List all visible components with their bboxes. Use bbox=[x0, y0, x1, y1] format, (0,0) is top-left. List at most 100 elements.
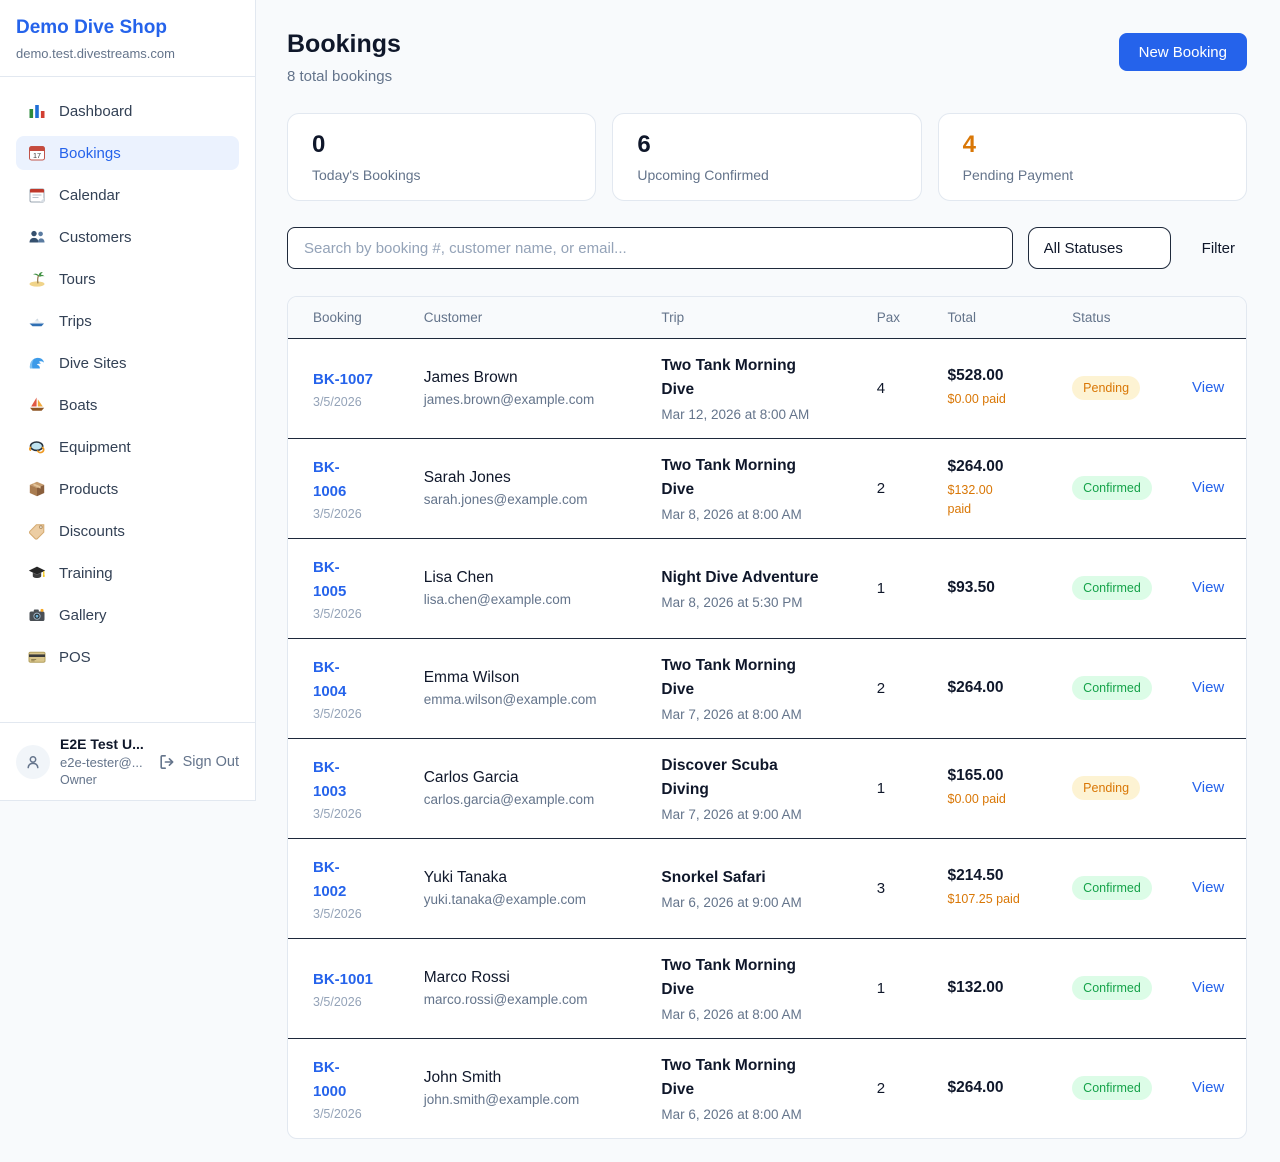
people-icon bbox=[28, 228, 46, 246]
trip-name: Snorkel Safari bbox=[661, 866, 864, 890]
stat-card-upcoming-confirmed: 6 Upcoming Confirmed bbox=[612, 113, 921, 201]
sidebar-item-tours[interactable]: Tours bbox=[16, 262, 239, 296]
sidebar-item-calendar[interactable]: Calendar bbox=[16, 178, 239, 212]
bookings-table-card: BookingCustomerTripPaxTotalStatus BK-100… bbox=[287, 296, 1247, 1139]
customer-name: Carlos Garcia bbox=[424, 769, 650, 787]
new-booking-button[interactable]: New Booking bbox=[1119, 33, 1247, 71]
table-row: BK- 1000 3/5/2026 John Smith john.smith@… bbox=[288, 1038, 1246, 1138]
package-icon bbox=[28, 480, 46, 498]
sidebar-item-boats[interactable]: Boats bbox=[16, 388, 239, 422]
amount-paid: $107.25 paid bbox=[948, 890, 1061, 908]
booking-id-link[interactable]: BK- 1006 bbox=[313, 456, 412, 504]
sidebar-item-dive-sites[interactable]: Dive Sites bbox=[16, 346, 239, 380]
island-icon bbox=[28, 270, 46, 288]
booking-id-link[interactable]: BK- 1003 bbox=[313, 756, 412, 804]
customer-email: lisa.chen@example.com bbox=[424, 592, 650, 607]
total-amount: $264.00 bbox=[948, 679, 1061, 697]
search-input[interactable] bbox=[287, 227, 1013, 269]
diving-mask-icon bbox=[28, 438, 46, 456]
filter-button[interactable]: Filter bbox=[1171, 240, 1247, 257]
booking-id-link[interactable]: BK-1001 bbox=[313, 968, 412, 992]
sidebar-item-discounts[interactable]: Discounts bbox=[16, 514, 239, 548]
pax-count: 2 bbox=[877, 438, 948, 538]
stat-card-pending-payment: 4 Pending Payment bbox=[938, 113, 1247, 201]
customer-email: carlos.garcia@example.com bbox=[424, 792, 650, 807]
bookings-table: BookingCustomerTripPaxTotalStatus BK-100… bbox=[288, 297, 1246, 1138]
total-amount: $528.00 bbox=[948, 367, 1061, 385]
status-badge: Confirmed bbox=[1072, 576, 1152, 600]
brand-domain: demo.test.divestreams.com bbox=[16, 46, 239, 61]
trip-name: Two Tank Morning Dive bbox=[661, 954, 864, 1002]
sidebar: Demo Dive Shop demo.test.divestreams.com… bbox=[0, 0, 256, 801]
stat-value: 6 bbox=[637, 131, 896, 159]
table-row: BK- 1003 3/5/2026 Carlos Garcia carlos.g… bbox=[288, 738, 1246, 838]
sidebar-item-pos[interactable]: POS bbox=[16, 640, 239, 674]
sidebar-nav: Dashboard 17 Bookings Calendar Customers… bbox=[0, 77, 255, 674]
table-header-row: BookingCustomerTripPaxTotalStatus bbox=[288, 297, 1246, 338]
trip-datetime: Mar 7, 2026 at 8:00 AM bbox=[661, 707, 864, 722]
sidebar-item-customers[interactable]: Customers bbox=[16, 220, 239, 254]
customer-name: Sarah Jones bbox=[424, 469, 650, 487]
sidebar-item-bookings[interactable]: 17 Bookings bbox=[16, 136, 239, 170]
user-info: E2E Test U... e2e-tester@... Owner bbox=[60, 736, 148, 787]
pax-count: 4 bbox=[877, 338, 948, 438]
customer-email: james.brown@example.com bbox=[424, 392, 650, 407]
column-header-total: Total bbox=[948, 297, 1073, 338]
booking-id-link[interactable]: BK- 1005 bbox=[313, 556, 412, 604]
column-header-actions bbox=[1192, 297, 1246, 338]
brand-name: Demo Dive Shop bbox=[16, 17, 239, 39]
sidebar-item-trips[interactable]: Trips bbox=[16, 304, 239, 338]
booking-id-link[interactable]: BK- 1004 bbox=[313, 656, 412, 704]
booking-id-link[interactable]: BK- 1002 bbox=[313, 856, 412, 904]
pax-count: 1 bbox=[877, 738, 948, 838]
sidebar-item-products[interactable]: Products bbox=[16, 472, 239, 506]
trip-datetime: Mar 8, 2026 at 5:30 PM bbox=[661, 595, 864, 610]
booking-date: 3/5/2026 bbox=[313, 707, 412, 721]
booking-date: 3/5/2026 bbox=[313, 395, 412, 409]
sidebar-item-gallery[interactable]: Gallery bbox=[16, 598, 239, 632]
view-link[interactable]: View bbox=[1192, 579, 1224, 596]
sidebar-item-training[interactable]: Training bbox=[16, 556, 239, 590]
calendar-icon: 17 bbox=[28, 144, 46, 162]
sidebar-item-dashboard[interactable]: Dashboard bbox=[16, 94, 239, 128]
stat-value: 4 bbox=[963, 131, 1222, 159]
booking-date: 3/5/2026 bbox=[313, 607, 412, 621]
customer-email: john.smith@example.com bbox=[424, 1092, 650, 1107]
credit-card-icon bbox=[28, 648, 46, 666]
view-link[interactable]: View bbox=[1192, 379, 1224, 396]
booking-id-link[interactable]: BK-1007 bbox=[313, 368, 412, 392]
page-subtitle: 8 total bookings bbox=[287, 68, 401, 85]
column-header-trip: Trip bbox=[661, 297, 876, 338]
booking-date: 3/5/2026 bbox=[313, 507, 412, 521]
speedboat-icon bbox=[28, 312, 46, 330]
view-link[interactable]: View bbox=[1192, 1079, 1224, 1096]
status-badge: Confirmed bbox=[1072, 876, 1152, 900]
pax-count: 1 bbox=[877, 538, 948, 638]
view-link[interactable]: View bbox=[1192, 679, 1224, 696]
sidebar-item-equipment[interactable]: Equipment bbox=[16, 430, 239, 464]
tag-icon bbox=[28, 522, 46, 540]
status-badge: Confirmed bbox=[1072, 1076, 1152, 1100]
booking-date: 3/5/2026 bbox=[313, 907, 412, 921]
tear-off-calendar-icon bbox=[28, 186, 46, 204]
camera-icon bbox=[28, 606, 46, 624]
view-link[interactable]: View bbox=[1192, 879, 1224, 896]
customer-name: Marco Rossi bbox=[424, 969, 650, 987]
sailboat-icon bbox=[28, 396, 46, 414]
column-header-customer: Customer bbox=[424, 297, 662, 338]
status-filter-select[interactable]: All Statuses bbox=[1028, 227, 1171, 269]
amount-paid: $0.00 paid bbox=[948, 390, 1061, 408]
view-link[interactable]: View bbox=[1192, 979, 1224, 996]
table-row: BK- 1002 3/5/2026 Yuki Tanaka yuki.tanak… bbox=[288, 838, 1246, 938]
status-badge: Pending bbox=[1072, 376, 1140, 400]
table-row: BK-1001 3/5/2026 Marco Rossi marco.rossi… bbox=[288, 938, 1246, 1038]
sign-out-button[interactable]: Sign Out bbox=[158, 753, 239, 771]
bookings-table-body: BK-1007 3/5/2026 James Brown james.brown… bbox=[288, 338, 1246, 1138]
view-link[interactable]: View bbox=[1192, 779, 1224, 796]
view-link[interactable]: View bbox=[1192, 479, 1224, 496]
toolbar: All Statuses Filter bbox=[287, 227, 1247, 269]
sign-out-label: Sign Out bbox=[183, 754, 239, 770]
trip-datetime: Mar 8, 2026 at 8:00 AM bbox=[661, 507, 864, 522]
booking-date: 3/5/2026 bbox=[313, 807, 412, 821]
booking-id-link[interactable]: BK- 1000 bbox=[313, 1056, 412, 1104]
